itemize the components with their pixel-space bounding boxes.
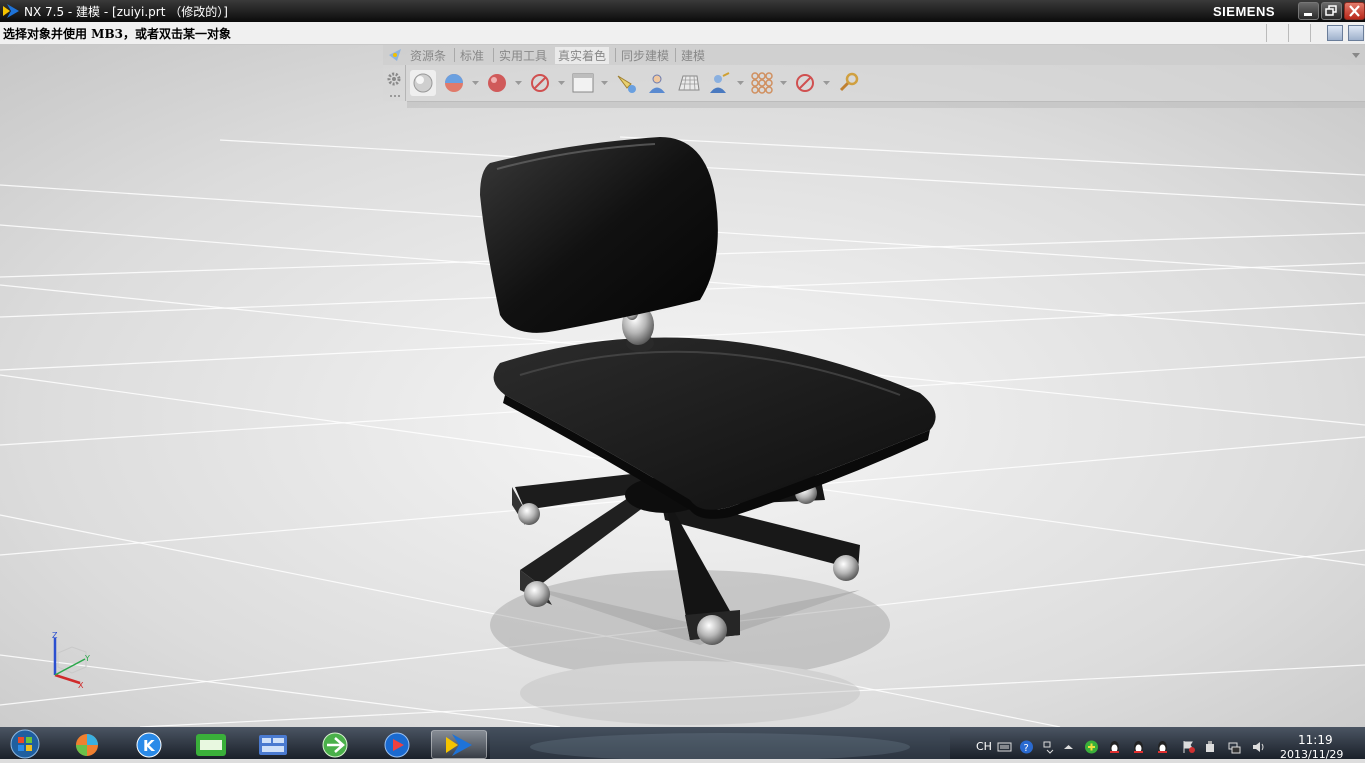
close-button[interactable]: [1344, 2, 1365, 20]
flag-error-icon[interactable]: [1181, 740, 1196, 754]
svg-text:?: ?: [1024, 743, 1029, 754]
dropdown-icon[interactable]: [472, 80, 479, 86]
triad-z-label: Z: [52, 631, 58, 640]
background-icon[interactable]: [570, 70, 596, 96]
siemens-brand: SIEMENS: [1213, 4, 1276, 19]
restore-icon: [1325, 5, 1337, 16]
title-bar: NX 7.5 - 建模 - [zuiyi.prt （修改的）] SIEMENS: [0, 0, 1365, 22]
dropdown-icon[interactable]: [737, 80, 744, 86]
toolbar-divider: [405, 65, 406, 101]
qq-penguin-icon[interactable]: [1107, 740, 1122, 754]
full-screen-icon[interactable]: [1348, 25, 1364, 41]
tab-sync-modeling[interactable]: 同步建模: [618, 47, 672, 64]
disable-icon[interactable]: [527, 70, 553, 96]
green-refresh-icon: [322, 732, 348, 758]
status-bar: 选择对象并使用 MB3，或者双击某一对象: [0, 22, 1365, 45]
network-icon[interactable]: [1227, 740, 1242, 754]
kugou-app[interactable]: K: [121, 730, 177, 759]
grid-floor-icon[interactable]: [675, 70, 701, 96]
triad-y-label: Y: [84, 654, 90, 663]
pinwheel-icon: [76, 734, 98, 756]
svg-text:K: K: [143, 737, 156, 755]
keyboard-icon[interactable]: [997, 740, 1012, 754]
nx-icon: [446, 734, 472, 756]
clock-time[interactable]: 11:19: [1298, 733, 1333, 747]
selection-filter-icon[interactable]: [1327, 25, 1343, 41]
nx-app[interactable]: [431, 730, 487, 759]
graphics-viewport[interactable]: Z Y X: [0, 45, 1365, 727]
settings-icon[interactable]: [835, 70, 861, 96]
scene-canvas: Z Y X: [0, 45, 1365, 727]
person-icon[interactable]: [644, 70, 670, 96]
ribbon-tabs: 资源条 标准 实用工具 真实着色 同步建模 建模: [383, 45, 1365, 65]
start-orb[interactable]: [6, 729, 44, 759]
toolbar-options-icon[interactable]: [1351, 51, 1361, 59]
resource-bar-icon[interactable]: [387, 47, 403, 63]
multi-light-icon[interactable]: [749, 70, 775, 96]
status-divider: [1288, 24, 1289, 42]
status-prompt: 选择对象并使用 MB3，或者双击某一对象: [3, 27, 231, 41]
status-divider: [1310, 24, 1311, 42]
kugou-icon: K: [136, 732, 162, 758]
tab-modeling[interactable]: 建模: [678, 47, 708, 64]
nx-app-icon: [3, 4, 19, 18]
dropdown-icon[interactable]: [515, 80, 522, 86]
user-light-icon[interactable]: [706, 70, 732, 96]
360-security-icon[interactable]: [1084, 740, 1099, 754]
toolbar-strip: [407, 101, 1365, 108]
pick-light-icon[interactable]: [613, 70, 639, 96]
gear-icon[interactable]: [386, 71, 402, 87]
media-player-icon: [384, 732, 410, 758]
wallpaper-strip: [490, 727, 950, 759]
dropdown-icon[interactable]: [601, 80, 608, 86]
green-refresh-app[interactable]: [307, 730, 363, 759]
media-player-app[interactable]: [369, 730, 425, 759]
window-title: NX 7.5 - 建模 - [zuiyi.prt （修改的）]: [24, 5, 228, 19]
help-icon[interactable]: ?: [1019, 740, 1034, 754]
minimize-icon: [1304, 13, 1312, 16]
qq-penguin-icon[interactable]: [1131, 740, 1146, 754]
iqiyi-icon: [196, 734, 226, 756]
file-manager-app[interactable]: [245, 730, 301, 759]
tab-utilities[interactable]: 实用工具: [496, 47, 550, 64]
triad-x-label: X: [78, 681, 84, 690]
drag-handle-icon[interactable]: [390, 93, 402, 99]
chair-backrest: [480, 137, 718, 333]
ime-options-icon[interactable]: [1041, 740, 1056, 754]
true-shading-icon[interactable]: [410, 70, 436, 96]
toolbar-icon-row: [383, 65, 1365, 101]
language-indicator[interactable]: CH: [976, 740, 992, 753]
dropdown-icon[interactable]: [823, 80, 830, 86]
material-sphere-icon[interactable]: [441, 70, 467, 96]
usb-device-icon[interactable]: [1203, 740, 1218, 754]
tab-resource-bar[interactable]: 资源条: [407, 47, 449, 64]
tab-divider: [615, 48, 616, 62]
disable-icon[interactable]: [792, 70, 818, 96]
tab-divider: [454, 48, 455, 62]
restore-button[interactable]: [1321, 2, 1342, 20]
volume-icon[interactable]: [1251, 740, 1266, 754]
global-material-icon[interactable]: [484, 70, 510, 96]
close-icon: [1349, 5, 1360, 17]
dropdown-icon[interactable]: [558, 80, 565, 86]
true-shading-toolbar: 资源条 标准 实用工具 真实着色 同步建模 建模: [383, 45, 1365, 109]
file-manager-icon: [259, 735, 287, 755]
status-divider: [1266, 24, 1267, 42]
tab-true-shading[interactable]: 真实着色: [555, 47, 610, 64]
clock-date[interactable]: 2013/11/29: [1280, 748, 1343, 761]
iqiyi-app[interactable]: [183, 730, 239, 759]
tab-divider: [675, 48, 676, 62]
qq-penguin-icon[interactable]: [1155, 740, 1170, 754]
tab-standard[interactable]: 标准: [457, 47, 487, 64]
minimize-button[interactable]: [1298, 2, 1319, 20]
chevron-up-icon[interactable]: [1061, 740, 1076, 754]
dropdown-icon[interactable]: [780, 80, 787, 86]
tab-divider: [493, 48, 494, 62]
pinwheel-app[interactable]: [59, 730, 115, 759]
